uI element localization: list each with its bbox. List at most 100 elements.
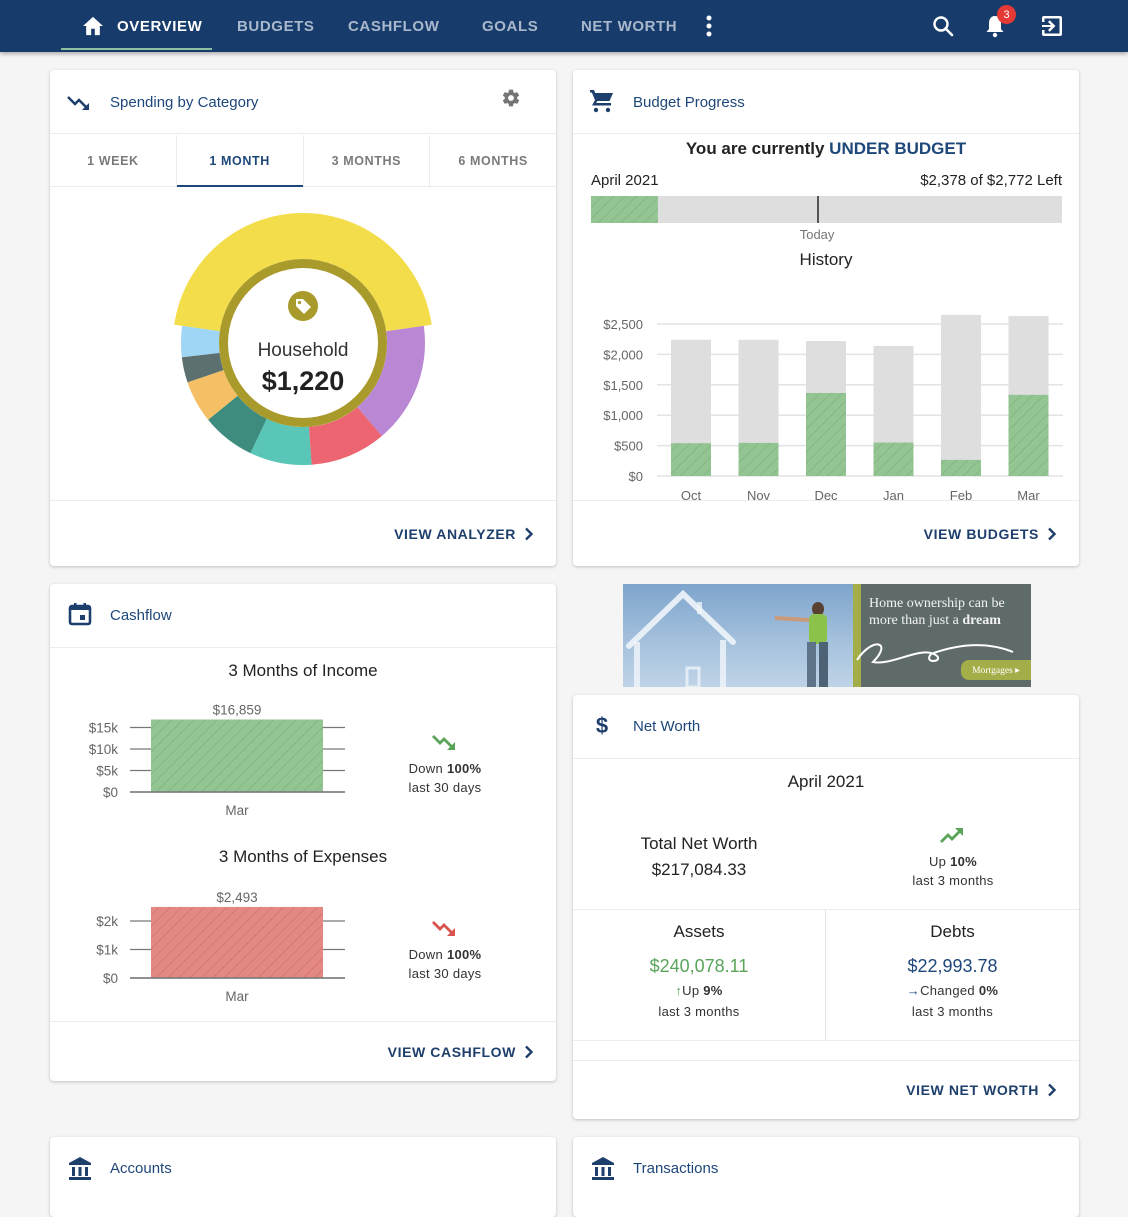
trend-period: last 3 months <box>912 873 994 888</box>
trend-period: last 30 days <box>408 780 482 795</box>
spent-bar-oct[interactable] <box>671 443 711 476</box>
spent-bar-jan[interactable] <box>873 442 914 476</box>
search-icon[interactable] <box>930 13 956 39</box>
spent-bar-mar[interactable] <box>1008 394 1049 476</box>
spending-by-category-card: Spending by Category 1 WEEK 1 MONTH 3 MO… <box>50 70 556 566</box>
view-link-label: VIEW ANALYZER <box>394 526 516 542</box>
bank-icon <box>69 1157 91 1180</box>
nav-tab-label: CASHFLOW <box>348 17 440 35</box>
view-analyzer-link[interactable]: VIEW ANALYZER <box>394 526 534 542</box>
spent-bar-dec[interactable] <box>806 393 846 476</box>
assets-value: $240,078.11 <box>649 956 749 976</box>
assets-summary: Assets $240,078.11 ↑Up 9% last 3 months <box>573 910 825 1019</box>
chevron-right-icon <box>1048 527 1057 541</box>
budget-progress-card: Budget Progress You are currently UNDER … <box>573 70 1079 566</box>
spent-bar-feb[interactable] <box>941 459 981 476</box>
budget-remaining: $2,378 of $2,772 Left <box>920 172 1062 189</box>
y-tick-label: $2,000 <box>603 347 643 362</box>
nav-tab-label: GOALS <box>482 17 539 35</box>
y-tick-label: $15k <box>89 721 119 736</box>
view-cashflow-link[interactable]: VIEW CASHFLOW <box>388 1044 534 1060</box>
nav-tab-budgets[interactable]: BUDGETS <box>237 0 315 52</box>
dollar-icon: $ <box>596 713 608 738</box>
divider <box>50 500 556 501</box>
trending-up-icon <box>940 828 963 843</box>
budget-history-chart: $0$500$1,000$1,500$2,000$2,500Oct Nov Dec J… <box>603 314 1063 503</box>
divider <box>50 1021 556 1022</box>
home-icon <box>83 16 103 36</box>
calendar-icon <box>68 603 92 626</box>
chevron-right-icon <box>525 527 534 541</box>
net-worth-trend: Up 10% last 3 months <box>888 826 1018 888</box>
card-title: Net Worth <box>633 718 701 735</box>
card-header: Budget Progress <box>573 70 1079 134</box>
today-marker <box>817 196 820 223</box>
data-label: $2,493 <box>216 890 257 905</box>
tab-1-week[interactable]: 1 WEEK <box>50 135 177 186</box>
income-chart: $0 $5k $10k $15k $16,859 Mar <box>89 703 345 818</box>
arrow-right-icon: → <box>906 983 921 998</box>
mortgage-ad-banner[interactable]: Home ownership can be more than just a d… <box>623 584 1031 687</box>
trend-label: Up <box>928 854 947 869</box>
bar-mar[interactable] <box>151 906 323 978</box>
tab-1-month[interactable]: 1 MONTH <box>176 135 304 187</box>
chevron-right-icon <box>525 1045 534 1059</box>
debts-summary: Debts $22,993.78 →Changed 0% last 3 mont… <box>826 910 1079 1019</box>
budget-progress-bar <box>591 196 1062 223</box>
transactions-card: Transactions <box>573 1137 1079 1217</box>
card-header: Cashflow <box>50 584 556 648</box>
x-tick-label: Mar <box>225 989 249 1004</box>
net-worth-month: April 2021 <box>787 772 865 791</box>
y-tick-label: $1,000 <box>603 408 643 423</box>
card-title: Cashflow <box>110 607 172 624</box>
nav-tab-overview[interactable]: OVERVIEW <box>82 0 202 52</box>
tab-3-months[interactable]: 3 MONTHS <box>304 135 431 186</box>
trend-label: Down <box>408 761 444 776</box>
ad-headline-bold: dream <box>962 613 1001 628</box>
trending-down-icon <box>432 921 455 936</box>
trend-period: last 3 months <box>658 1004 740 1019</box>
view-link-label: VIEW CASHFLOW <box>387 1044 516 1060</box>
chevron-right-icon <box>1048 1083 1057 1097</box>
nav-tab-net-worth[interactable]: NET WORTH <box>581 0 677 52</box>
trend-value: 100% <box>446 761 482 776</box>
y-tick-label: $2k <box>96 914 118 929</box>
active-tab-indicator <box>61 48 212 50</box>
card-header: $ Net Worth <box>573 695 1079 759</box>
accounts-card: Accounts <box>50 1137 556 1217</box>
trend-label: Down <box>408 947 444 962</box>
logout-icon[interactable] <box>1039 13 1065 39</box>
nav-tab-label: BUDGETS <box>237 17 315 35</box>
ad-headline: Home ownership can be more than just a d… <box>869 595 1005 629</box>
x-tick-label: Mar <box>225 803 249 818</box>
budget-status: You are currently UNDER BUDGET <box>573 139 1079 159</box>
view-budgets-link[interactable]: VIEW BUDGETS <box>924 526 1057 542</box>
bank-icon <box>592 1157 614 1180</box>
tab-6-months[interactable]: 6 MONTHS <box>430 135 556 186</box>
ad-mortgages-button[interactable]: Mortgages ▸ <box>961 660 1031 680</box>
view-net-worth-link[interactable]: VIEW NET WORTH <box>906 1082 1057 1098</box>
budget-status-prefix: You are currently <box>685 139 825 158</box>
data-label: $16,859 <box>213 703 262 718</box>
expenses-trend: Down 100% last 30 days <box>380 918 510 981</box>
more-vertical-icon[interactable] <box>696 13 722 39</box>
nav-tab-cashflow[interactable]: CASHFLOW <box>348 0 439 52</box>
y-tick-label: $5k <box>96 764 118 779</box>
divider <box>573 500 1079 501</box>
nav-tab-goals[interactable]: GOALS <box>482 0 538 52</box>
gear-icon[interactable] <box>501 88 521 108</box>
y-tick-label: $10k <box>89 742 119 757</box>
notification-badge: 3 <box>997 5 1016 24</box>
selected-category-name: Household <box>257 340 349 361</box>
y-tick-label: $0 <box>629 469 643 484</box>
budget-status-value: UNDER BUDGET <box>829 139 967 158</box>
trend-period: last 3 months <box>911 1004 994 1019</box>
top-nav-bar: OVERVIEW BUDGETS CASHFLOW GOALS NET WORT… <box>0 0 1128 52</box>
spent-bar-nov[interactable] <box>738 442 779 476</box>
budget-bar-feb[interactable] <box>941 314 981 476</box>
y-tick-label: $500 <box>614 439 643 454</box>
card-title: Transactions <box>633 1160 719 1177</box>
bar-mar[interactable] <box>151 719 323 792</box>
view-link-label: VIEW NET WORTH <box>906 1082 1039 1098</box>
trending-down-icon <box>67 96 89 110</box>
